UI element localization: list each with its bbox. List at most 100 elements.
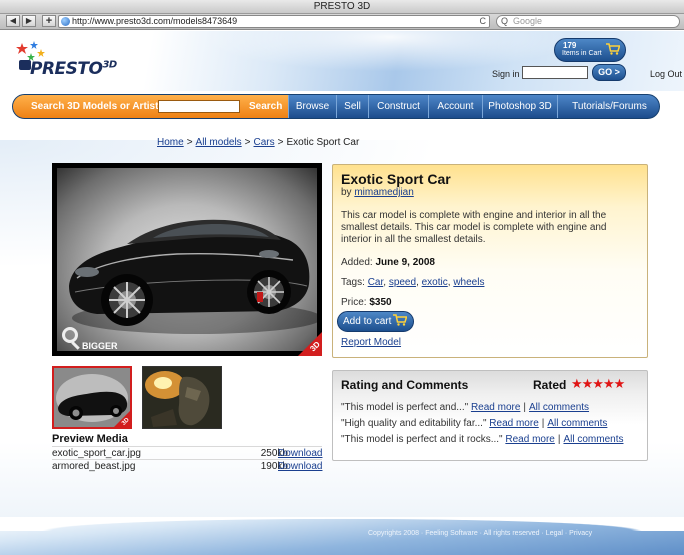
author-link[interactable]: mimamedjian	[354, 187, 413, 198]
search-icon: Q	[501, 16, 509, 26]
breadcrumb-all-models[interactable]: All models	[196, 137, 242, 148]
comment-row: "High quality and editability far..." Re…	[341, 418, 607, 429]
cart-button[interactable]: 179 Items in Cart	[554, 38, 626, 62]
preview-media-title: Preview Media	[52, 433, 128, 445]
nav-search-label: Search 3D Models or Artists	[31, 101, 165, 112]
cart-count: 179	[563, 41, 577, 50]
model-description: This car model is complete with engine a…	[341, 210, 607, 245]
read-more-link[interactable]: Read more	[505, 434, 554, 445]
separator: |	[557, 434, 561, 445]
report-model-link[interactable]: Report Model	[341, 337, 401, 348]
add-to-cart-button[interactable]: Add to cart	[337, 311, 414, 332]
browser-toolbar: ◀ ▶ + http://www.presto3d.com/models8473…	[0, 14, 684, 30]
logout-link[interactable]: Log Out	[650, 69, 682, 79]
model-title: Exotic Sport Car	[341, 171, 451, 187]
breadcrumb-home[interactable]: Home	[157, 137, 184, 148]
breadcrumb-cars[interactable]: Cars	[254, 137, 275, 148]
model-added: Added: June 9, 2008	[341, 257, 435, 268]
footer-decoration	[0, 517, 684, 531]
model-search-input[interactable]	[158, 100, 240, 113]
comment-row: "This model is perfect and it rocks..." …	[341, 434, 623, 445]
nav-sell[interactable]: Sell	[336, 95, 368, 118]
magnifier-icon	[62, 327, 78, 343]
bigger-label: BIGGER	[82, 341, 118, 351]
all-comments-link[interactable]: All comments	[529, 402, 589, 413]
nav-browse[interactable]: Browse	[288, 95, 336, 118]
media-filename: exotic_sport_car.jpg	[52, 448, 141, 459]
rating-comments-panel: Rating and Comments Rated ★★★★★ "This mo…	[332, 370, 648, 461]
reload-icon[interactable]: C	[480, 16, 487, 27]
model-price: Price: $350	[341, 297, 392, 308]
browser-search-field[interactable]: Q Google	[496, 15, 680, 28]
price-value: $350	[369, 297, 392, 308]
download-link[interactable]: Download	[278, 461, 322, 472]
back-button[interactable]: ◀	[6, 15, 20, 27]
thumbnail-car[interactable]: 3D	[52, 366, 132, 429]
media-row: exotic_sport_car.jpg 250kb Download	[52, 446, 322, 460]
model-tags: Tags: Car, speed, exotic, wheels	[341, 277, 485, 288]
thumbnail-armored-beast[interactable]	[142, 366, 222, 429]
all-comments-link[interactable]: All comments	[563, 434, 623, 445]
comment-row: "This model is perfect and..." Read more…	[341, 402, 589, 413]
forward-button[interactable]: ▶	[22, 15, 36, 27]
nav-search-area: Search 3D Models or Artists Search	[13, 95, 288, 118]
rated-label: Rated	[533, 378, 567, 392]
tag-link[interactable]: exotic	[422, 277, 448, 288]
url-bar[interactable]: http://www.presto3d.com/models8473649 C	[58, 15, 490, 28]
breadcrumb-current: Exotic Sport Car	[286, 137, 360, 148]
cart-label: Items in Cart	[562, 50, 602, 57]
model-info-panel: Exotic Sport Car by mimamedjian This car…	[332, 164, 648, 358]
main-navigation: Search 3D Models or Artists Search Brows…	[12, 94, 660, 119]
download-link[interactable]: Download	[278, 448, 322, 459]
add-bookmark-button[interactable]: +	[42, 15, 56, 27]
author-prefix: by	[341, 187, 352, 198]
media-row: armored_beast.jpg 190kb Download	[52, 459, 322, 473]
tag-link[interactable]: wheels	[453, 277, 484, 288]
nav-tutorials-forums[interactable]: Tutorials/Forums	[557, 95, 659, 118]
breadcrumb-separator: >	[186, 137, 193, 148]
signin-label: Sign in	[492, 69, 520, 79]
armored-beast-thumbnail-image	[143, 367, 221, 428]
main-model-image[interactable]: 3D	[52, 163, 322, 356]
logo-wordmark: PRESTO3D	[30, 59, 117, 79]
url-text: http://www.presto3d.com/models8473649	[72, 16, 238, 26]
nav-photoshop-3d[interactable]: Photoshop 3D	[482, 95, 557, 118]
footer-copyright: Copyrights 2008 · Feeling Software · All…	[368, 530, 593, 537]
tag-link[interactable]: speed	[389, 277, 416, 288]
nav-account[interactable]: Account	[428, 95, 482, 118]
breadcrumb-separator: >	[277, 137, 284, 148]
tags-label: Tags:	[341, 277, 365, 288]
window-title: PRESTO 3D	[0, 0, 684, 14]
comment-text: "High quality and editability far..."	[341, 418, 487, 429]
separator: |	[541, 418, 545, 429]
cart-icon	[606, 43, 620, 55]
comment-text: "This model is perfect and..."	[341, 402, 469, 413]
comment-text: "This model is perfect and it rocks..."	[341, 434, 503, 445]
cart-icon	[393, 314, 407, 326]
site-logo[interactable]: PRESTO3D	[14, 41, 144, 85]
media-filename: armored_beast.jpg	[52, 461, 136, 472]
signin-input[interactable]	[522, 66, 588, 79]
logo-text: PRESTO	[30, 59, 103, 79]
all-comments-link[interactable]: All comments	[547, 418, 607, 429]
model-author-line: by mimamedjian	[341, 187, 414, 198]
price-label: Price:	[341, 297, 367, 308]
globe-icon	[61, 17, 70, 26]
separator: |	[523, 402, 527, 413]
star-rating-icon: ★★★★★	[571, 376, 625, 391]
read-more-link[interactable]: Read more	[489, 418, 538, 429]
breadcrumb-separator: >	[244, 137, 251, 148]
read-more-link[interactable]: Read more	[471, 402, 520, 413]
breadcrumb: Home > All models > Cars > Exotic Sport Car	[157, 137, 359, 148]
browser-search-placeholder: Google	[513, 16, 543, 26]
go-button[interactable]: GO >	[592, 64, 626, 81]
rating-title: Rating and Comments	[341, 378, 469, 392]
nav-construct[interactable]: Construct	[368, 95, 428, 118]
logo-superscript: 3D	[102, 59, 117, 71]
tag-link[interactable]: Car	[368, 277, 384, 288]
sport-car-image	[69, 219, 317, 334]
added-label: Added:	[341, 257, 373, 268]
add-to-cart-label: Add to cart	[343, 316, 392, 327]
added-date: June 9, 2008	[375, 257, 435, 268]
model-search-button[interactable]: Search	[249, 101, 282, 112]
